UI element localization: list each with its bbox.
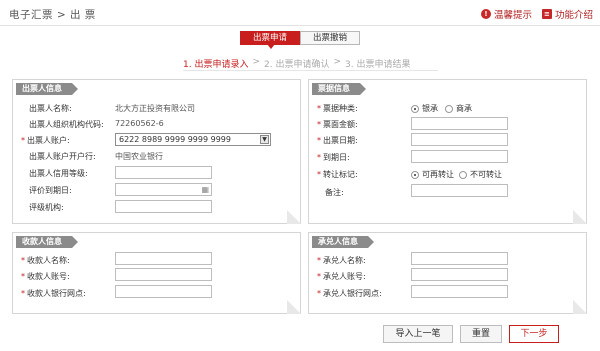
step-3: 3. 出票申请结果 bbox=[345, 60, 411, 70]
drawer-bank-label: 出票人账户开户行: bbox=[29, 152, 96, 161]
drawer-org-code-value: 72260562-6 bbox=[115, 119, 164, 128]
bill-type-option-label: 商承 bbox=[456, 104, 472, 113]
payee-bank-input[interactable] bbox=[115, 285, 212, 298]
panel-title: 收款人信息 bbox=[16, 236, 78, 248]
rating-org-input[interactable] bbox=[115, 200, 212, 213]
due-date-label: * 到期日: bbox=[317, 153, 350, 162]
radio-unselected-icon bbox=[445, 104, 453, 113]
panel-title: 出票人信息 bbox=[16, 83, 78, 95]
step-indicator: 1. 出票申请录入 > 2. 出票申请确认 > 3. 出票申请结果 bbox=[183, 57, 410, 70]
step-1: 1. 出票申请录入 bbox=[183, 60, 249, 70]
rating-date-input[interactable]: ▦ bbox=[115, 183, 212, 196]
step-separator: > bbox=[333, 57, 341, 67]
intro-label: 功能介绍 bbox=[554, 10, 593, 21]
payee-account-input[interactable] bbox=[115, 268, 212, 281]
payee-account-label: * 收款人账号: bbox=[21, 272, 70, 281]
rating-date-label: 评价到期日: bbox=[29, 186, 72, 195]
issue-date-input[interactable] bbox=[411, 133, 508, 146]
tips-link[interactable]: ! 温馨提示 bbox=[480, 7, 532, 21]
acceptor-name-label: * 承兑人名称: bbox=[317, 256, 366, 265]
payee-info-panel: 收款人信息 * 收款人名称: * 收款人账号: * 收款人银行网点: bbox=[12, 232, 301, 314]
tab-bar: 出票申请 出票撤销 bbox=[240, 31, 360, 49]
page-fold bbox=[573, 300, 587, 314]
acceptor-account-label: * 承兑人账号: bbox=[317, 272, 366, 281]
breadcrumb: 电子汇票 > 出 票 bbox=[9, 9, 96, 21]
panel-title: 承兑人信息 bbox=[312, 236, 374, 248]
transfer-radio-forbidden[interactable]: 不可转让 bbox=[459, 169, 502, 180]
acceptor-name-input[interactable] bbox=[411, 252, 508, 265]
amount-label: * 票面金额: bbox=[317, 120, 358, 129]
step-divider bbox=[183, 70, 438, 71]
payee-name-label: * 收款人名称: bbox=[21, 256, 70, 265]
bill-type-radio-commercial[interactable]: 商承 bbox=[445, 103, 472, 114]
drawer-bank-value: 中国农业银行 bbox=[115, 152, 163, 161]
drawer-info-panel: 出票人信息 出票人名称: 北大方正投资有限公司 出票人组织机构代码: 72260… bbox=[12, 79, 301, 224]
tips-label: 温馨提示 bbox=[493, 10, 532, 21]
payee-bank-label: * 收款人银行网点: bbox=[21, 289, 86, 298]
chevron-down-icon: ▼ bbox=[260, 135, 269, 144]
radio-unselected-icon bbox=[459, 170, 467, 179]
transfer-radio-allowed[interactable]: 可再转让 bbox=[411, 169, 454, 180]
bill-type-radio-bank[interactable]: 银承 bbox=[411, 103, 438, 114]
drawer-name-label: 出票人名称: bbox=[29, 104, 72, 113]
intro-link[interactable]: ≡ 功能介绍 bbox=[541, 7, 593, 21]
page-fold bbox=[287, 210, 301, 224]
rating-org-label: 评级机构: bbox=[29, 203, 64, 212]
page-fold bbox=[573, 210, 587, 224]
reset-button[interactable]: 重置 bbox=[460, 325, 502, 343]
bill-info-panel: 票据信息 * 票据种类: 银承 商承 * 票面金额: * 出票日期: * 到期日: * 转… bbox=[308, 79, 587, 224]
tab-issue-apply[interactable]: 出票申请 bbox=[240, 31, 300, 49]
tab-issue-revoke[interactable]: 出票撤销 bbox=[300, 31, 360, 45]
transfer-label: * 转让标记: bbox=[317, 170, 358, 179]
payee-name-input[interactable] bbox=[115, 252, 212, 265]
drawer-credit-label: 出票人信用等级: bbox=[29, 169, 88, 178]
import-previous-button[interactable]: 导入上一笔 bbox=[383, 325, 453, 343]
radio-selected-icon bbox=[411, 170, 419, 179]
remark-label: 备注: bbox=[325, 188, 344, 197]
next-step-button[interactable]: 下一步 bbox=[509, 325, 559, 343]
acceptor-account-input[interactable] bbox=[411, 268, 508, 281]
alert-icon: ! bbox=[480, 9, 491, 19]
acceptor-info-panel: 承兑人信息 * 承兑人名称: * 承兑人账号: * 承兑人银行网点: bbox=[308, 232, 587, 314]
drawer-credit-input[interactable] bbox=[115, 166, 212, 179]
amount-input[interactable] bbox=[411, 117, 508, 130]
acceptor-bank-label: * 承兑人银行网点: bbox=[317, 289, 382, 298]
issue-date-label: * 出票日期: bbox=[317, 136, 358, 145]
calendar-icon[interactable]: ▦ bbox=[201, 185, 209, 195]
remark-input[interactable] bbox=[411, 184, 508, 197]
drawer-account-label: * 出票人账户: bbox=[21, 136, 70, 145]
drawer-name-value: 北大方正投资有限公司 bbox=[115, 104, 195, 113]
bill-type-option-label: 银承 bbox=[422, 104, 438, 113]
due-date-input[interactable] bbox=[411, 150, 508, 163]
radio-selected-icon bbox=[411, 104, 419, 113]
panel-title: 票据信息 bbox=[312, 83, 366, 95]
header-links: ! 温馨提示 ≡ 功能介绍 bbox=[480, 7, 593, 21]
step-separator: > bbox=[252, 57, 260, 67]
document-icon: ≡ bbox=[541, 9, 552, 19]
step-2: 2. 出票申请确认 bbox=[264, 60, 330, 70]
drawer-account-value: 6222 8989 9999 9999 9999 bbox=[119, 135, 231, 144]
page-fold bbox=[287, 300, 301, 314]
transfer-option-label: 不可转让 bbox=[470, 170, 502, 179]
drawer-account-select[interactable]: 6222 8989 9999 9999 9999 ▼ bbox=[115, 133, 271, 146]
transfer-option-label: 可再转让 bbox=[422, 170, 454, 179]
header-divider bbox=[0, 25, 600, 26]
bill-type-label: * 票据种类: bbox=[317, 104, 358, 113]
drawer-org-code-label: 出票人组织机构代码: bbox=[29, 120, 104, 129]
acceptor-bank-input[interactable] bbox=[411, 285, 508, 298]
